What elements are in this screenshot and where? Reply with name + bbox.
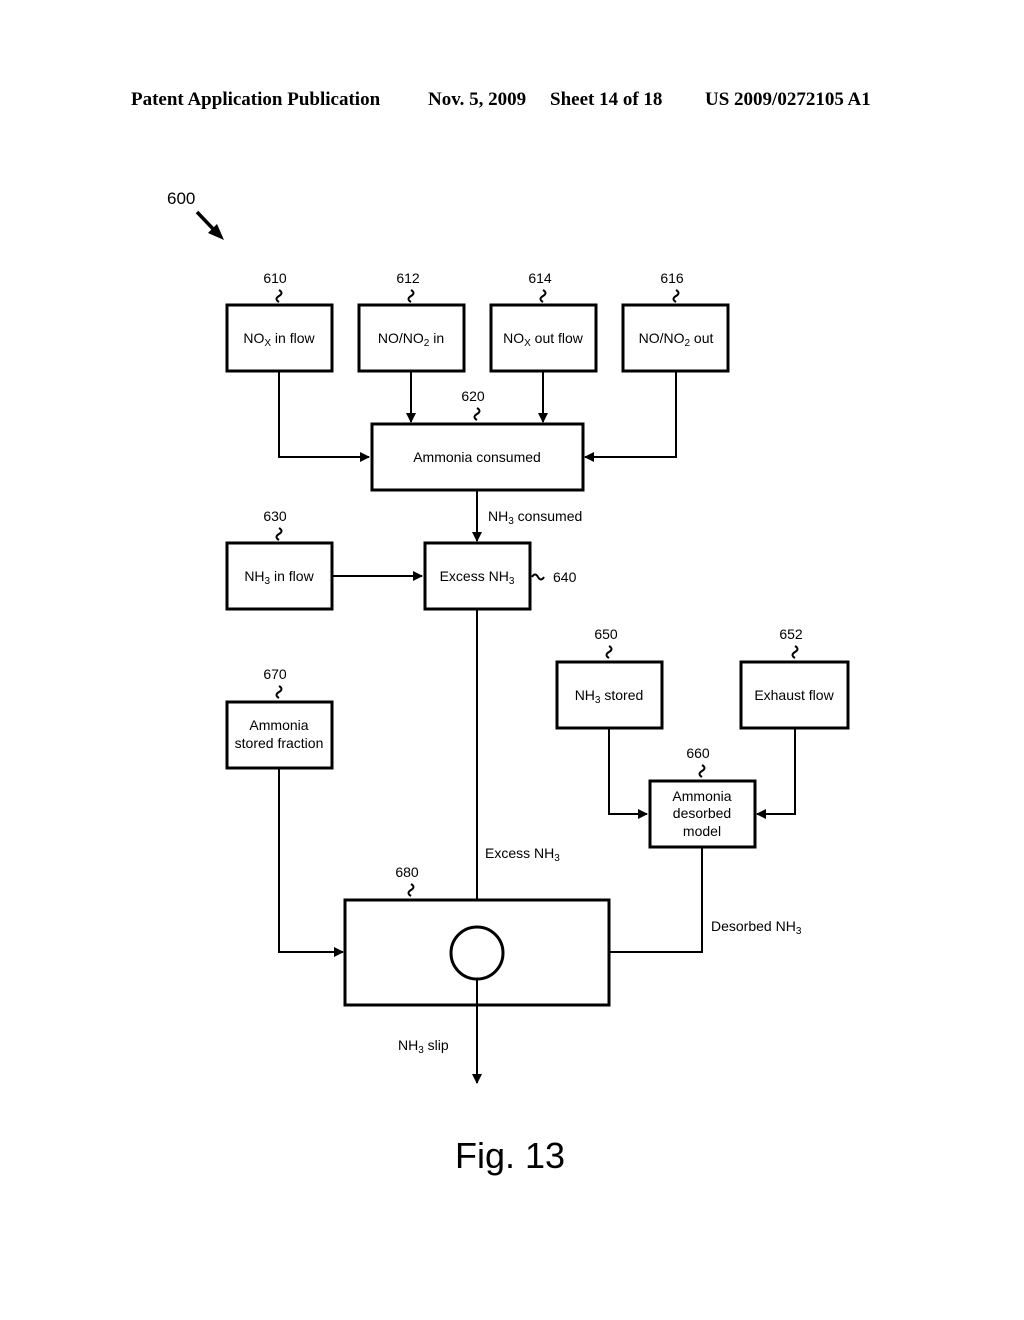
connector-610-to-620 bbox=[278, 371, 370, 462]
ref-652: 652 bbox=[779, 626, 803, 642]
signal-nh3-consumed: NH3 consumed bbox=[488, 508, 582, 527]
block-616-no-no2-out: 616 NO/NO2 out bbox=[621, 270, 730, 373]
connector-650-to-660 bbox=[608, 728, 648, 819]
label-670-line1: Ammonia bbox=[249, 717, 308, 733]
leader-squiggle-670 bbox=[275, 685, 283, 699]
connector-670-to-680 bbox=[278, 768, 344, 957]
label-660-line2: desorbed bbox=[673, 805, 731, 821]
figure-pointer-arrow bbox=[195, 210, 224, 240]
leader-squiggle-660 bbox=[698, 764, 706, 778]
leader-squiggle-612 bbox=[407, 289, 415, 303]
flow-diagram: 600 610 NOX in flow 612 NO/NO2 in 614 NO… bbox=[167, 189, 850, 1176]
connector-616-to-620 bbox=[584, 371, 677, 462]
label-670-line2: stored fraction bbox=[235, 735, 324, 751]
figure-ref-600: 600 bbox=[167, 189, 195, 208]
summing-junction bbox=[449, 925, 505, 981]
block-652-exhaust-flow: 652 Exhaust flow bbox=[739, 626, 850, 730]
block-660-ammonia-desorbed-model: 660 Ammonia desorbed model bbox=[648, 745, 757, 849]
ref-660: 660 bbox=[686, 745, 710, 761]
leader-squiggle-616 bbox=[672, 289, 680, 303]
ref-680: 680 bbox=[395, 864, 419, 880]
block-612-no-no2-in: 612 NO/NO2 in bbox=[357, 270, 466, 373]
figure-label: Fig. 13 bbox=[455, 1135, 565, 1176]
ref-614: 614 bbox=[528, 270, 552, 286]
label-660-line3: model bbox=[683, 823, 721, 839]
block-650-nh3-stored: 650 NH3 stored bbox=[555, 626, 664, 730]
ref-630: 630 bbox=[263, 508, 287, 524]
signal-excess-nh3: Excess NH3 bbox=[485, 845, 560, 864]
connector-652-to-660 bbox=[756, 728, 796, 819]
label-652: Exhaust flow bbox=[754, 687, 834, 703]
ref-612: 612 bbox=[396, 270, 420, 286]
ref-670: 670 bbox=[263, 666, 287, 682]
block-614-nox-out-flow: 614 NOX out flow bbox=[489, 270, 598, 373]
leader-squiggle-630 bbox=[275, 527, 283, 541]
signal-nh3-slip: NH3 slip bbox=[398, 1037, 449, 1056]
leader-squiggle-640 bbox=[531, 573, 545, 581]
label-660-line1: Ammonia bbox=[672, 788, 731, 804]
leader-squiggle-680 bbox=[407, 883, 415, 897]
ref-640: 640 bbox=[553, 569, 577, 585]
leader-squiggle-652 bbox=[791, 645, 799, 659]
ref-650: 650 bbox=[594, 626, 618, 642]
leader-squiggle-614 bbox=[539, 289, 547, 303]
leader-squiggle-650 bbox=[605, 645, 613, 659]
block-610-nox-in-flow: 610 NOX in flow bbox=[225, 270, 334, 373]
block-640-excess-nh3: Excess NH3 640 bbox=[423, 541, 577, 611]
block-630-nh3-in-flow: 630 NH3 in flow bbox=[225, 508, 334, 611]
block-670-ammonia-stored-fraction: 670 Ammonia stored fraction bbox=[225, 666, 334, 770]
block-620-ammonia-consumed: 620 Ammonia consumed bbox=[370, 388, 585, 492]
ref-616: 616 bbox=[660, 270, 684, 286]
leader-squiggle-620 bbox=[473, 407, 481, 421]
signal-desorbed-nh3: Desorbed NH3 bbox=[711, 918, 802, 937]
leader-squiggle-610 bbox=[275, 289, 283, 303]
ref-620: 620 bbox=[461, 388, 485, 404]
ref-610: 610 bbox=[263, 270, 287, 286]
label-620: Ammonia consumed bbox=[413, 449, 541, 465]
